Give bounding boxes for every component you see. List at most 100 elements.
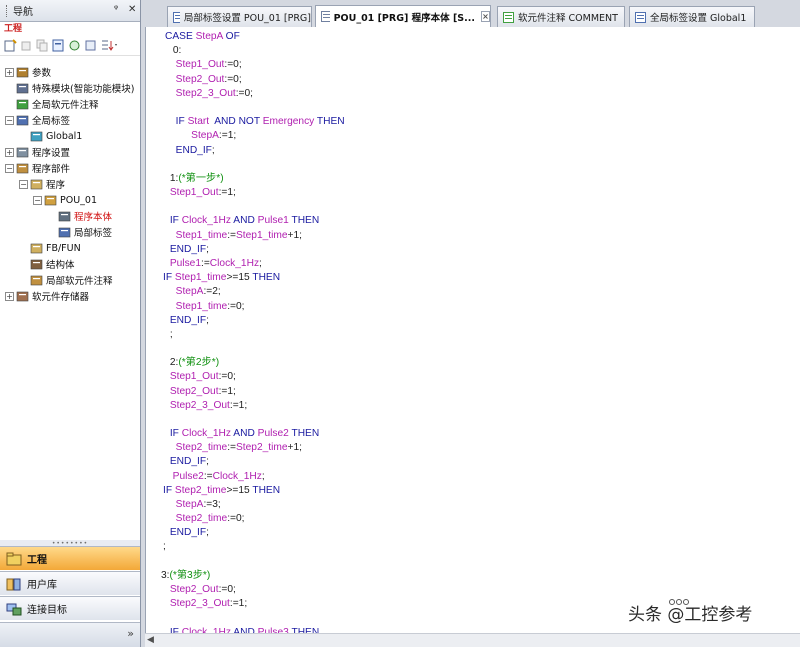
navigation-pane: 导航 ᵠ ✕ 工程 + 参数 特殊模块(智能功能模块) 全局软元件注释 − 全局… — [0, 0, 141, 647]
tree-item-label: 全局软元件注释 — [32, 100, 99, 111]
code-line: CASE StepA OF — [165, 31, 240, 42]
code-line: Step1_time:=Step1_time+1; — [175, 230, 302, 241]
project-header: 工程 — [4, 24, 23, 34]
collapse-icon[interactable]: − — [33, 195, 42, 205]
expand-icon[interactable]: + — [5, 291, 14, 301]
tab-3[interactable]: 全局标签设置 Global1 — [629, 6, 755, 27]
code-line: Step1_Out:=1; — [169, 187, 236, 198]
code-line: IF Clock_1Hz AND Pulse1 THEN — [169, 215, 320, 226]
tree-node-icon — [30, 179, 43, 190]
tree-item[interactable]: + 软元件存储器 — [5, 288, 89, 304]
close-icon[interactable]: ✕ — [128, 4, 136, 15]
nav-button-connection[interactable]: 连接目标 — [0, 596, 140, 620]
tree-item[interactable]: − 程序部件 — [5, 160, 70, 176]
tree-item-label: 结构体 — [46, 260, 75, 271]
scroll-left-icon[interactable]: ◀ — [147, 635, 154, 645]
tree-item-label: 程序设置 — [32, 148, 71, 159]
code-line: StepA:=3; — [175, 499, 221, 510]
tree-item-label: 程序部件 — [32, 164, 71, 175]
tab-label: 局部标签设置 POU_01 [PRG] — [183, 13, 311, 24]
code-line: ; — [167, 329, 173, 340]
tree-item[interactable]: 程序本体 — [47, 208, 112, 224]
code-line: Step2_Out:=0; — [175, 74, 242, 85]
tab-close-icon[interactable]: × — [480, 11, 490, 22]
code-line: Step1_Out:=0; — [175, 59, 242, 70]
tree-node-icon — [44, 195, 57, 206]
tab-document-icon — [173, 11, 180, 23]
horizontal-scrollbar[interactable]: ◀ — [145, 633, 800, 647]
info-icon[interactable] — [83, 39, 97, 53]
tree-item-label: Global1 — [46, 130, 83, 142]
tab-document-icon — [321, 11, 330, 22]
st-code-editor[interactable]: CASE StepA OF 0: Step1_Out:=0; Step2_Out… — [145, 27, 800, 647]
tree-node-icon — [16, 291, 29, 302]
code-line: END_IF; — [169, 315, 209, 326]
tree-item[interactable]: Global1 — [19, 128, 82, 144]
code-line: END_IF; — [169, 527, 209, 538]
delete-icon[interactable] — [19, 39, 33, 53]
tree-node-icon — [16, 163, 29, 174]
sort-dropdown-icon[interactable] — [99, 39, 119, 53]
pin-icon[interactable]: ᵠ — [114, 4, 118, 15]
tab-0[interactable]: 局部标签设置 POU_01 [PRG] — [167, 6, 312, 27]
nav-button-label: 连接目标 — [27, 605, 67, 616]
nav-button-user-library[interactable]: 用户库 — [0, 571, 140, 595]
tree-node-icon — [16, 83, 29, 94]
expand-icon[interactable]: + — [5, 67, 14, 77]
tree-item[interactable]: 局部软元件注释 — [19, 272, 113, 288]
expand-icon[interactable]: + — [5, 147, 14, 157]
collapse-icon[interactable]: − — [5, 163, 14, 173]
tree-node-icon — [58, 211, 71, 222]
new-data-icon[interactable] — [3, 39, 17, 53]
code-line: Step2_time:=Step2_time+1; — [175, 442, 302, 453]
collapse-icon[interactable]: − — [19, 179, 28, 189]
tree-item[interactable]: 局部标签 — [47, 224, 112, 240]
code-line: IF Start AND NOT Emergency THEN — [175, 116, 345, 127]
collapse-icon[interactable]: − — [5, 115, 14, 125]
tree-item-label: 参数 — [32, 68, 52, 79]
more-chevron-icon[interactable]: » — [127, 627, 134, 640]
tree-item[interactable]: 特殊模块(智能功能模块) — [5, 80, 134, 96]
nav-overflow-bar: » — [0, 622, 140, 647]
tree-item[interactable]: 全局软元件注释 — [5, 96, 99, 112]
code-line: IF Step2_time>=15 THEN — [163, 485, 281, 496]
nav-button-project[interactable]: 工程 — [0, 546, 140, 570]
refresh-icon[interactable] — [67, 39, 81, 53]
tree-item[interactable]: − 全局标签 — [5, 112, 70, 128]
tree-item-label: 局部标签 — [74, 228, 113, 239]
property-icon[interactable] — [51, 39, 65, 53]
tab-1[interactable]: POU_01 [PRG] 程序本体 [S... × — [315, 5, 491, 27]
code-line: Pulse1:=Clock_1Hz; — [169, 258, 262, 269]
tree-item[interactable]: + 参数 — [5, 64, 51, 80]
code-line: ; — [163, 541, 166, 552]
code-line: 1:(*第一步*) — [167, 173, 224, 184]
editor-tab-bar: 局部标签设置 POU_01 [PRG] POU_01 [PRG] 程序本体 [S.… — [141, 0, 800, 27]
code-line: Step2_Out:=0; — [169, 584, 236, 595]
tree-node-icon — [16, 99, 29, 110]
nav-title-bar: 导航 ᵠ ✕ — [0, 0, 140, 22]
tree-item[interactable]: + 程序设置 — [5, 144, 70, 160]
code-line: Pulse2:=Clock_1Hz; — [172, 471, 265, 482]
tab-label: 软元件注释 COMMENT — [518, 13, 618, 24]
connection-icon — [6, 603, 22, 615]
tree-item-label: 程序 — [46, 180, 66, 191]
code-line: END_IF; — [169, 456, 209, 467]
tree-node-icon — [30, 259, 43, 270]
watermark-text: 头条 @工控参考 — [628, 605, 753, 625]
tree-item-label: 特殊模块(智能功能模块) — [32, 84, 135, 95]
code-line: IF Step1_time>=15 THEN — [163, 272, 281, 283]
code-line: Step2_time:=0; — [175, 513, 245, 524]
code-line: Step1_time:=0; — [175, 301, 245, 312]
nav-button-label: 工程 — [27, 555, 47, 566]
tree-item[interactable]: 结构体 — [19, 256, 75, 272]
tree-item[interactable]: − POU_01 — [33, 192, 97, 208]
code-line: Step1_Out:=0; — [169, 371, 236, 382]
code-line: StepA:=2; — [175, 286, 221, 297]
tree-item[interactable]: FB/FUN — [19, 240, 81, 256]
code-line: 0: — [170, 45, 182, 56]
nav-title: 导航 — [13, 7, 33, 18]
tree-item[interactable]: − 程序 — [19, 176, 65, 192]
tree-item-label: FB/FUN — [46, 242, 81, 254]
tab-2[interactable]: 软元件注释 COMMENT — [497, 6, 625, 27]
copy-icon[interactable] — [35, 39, 49, 53]
